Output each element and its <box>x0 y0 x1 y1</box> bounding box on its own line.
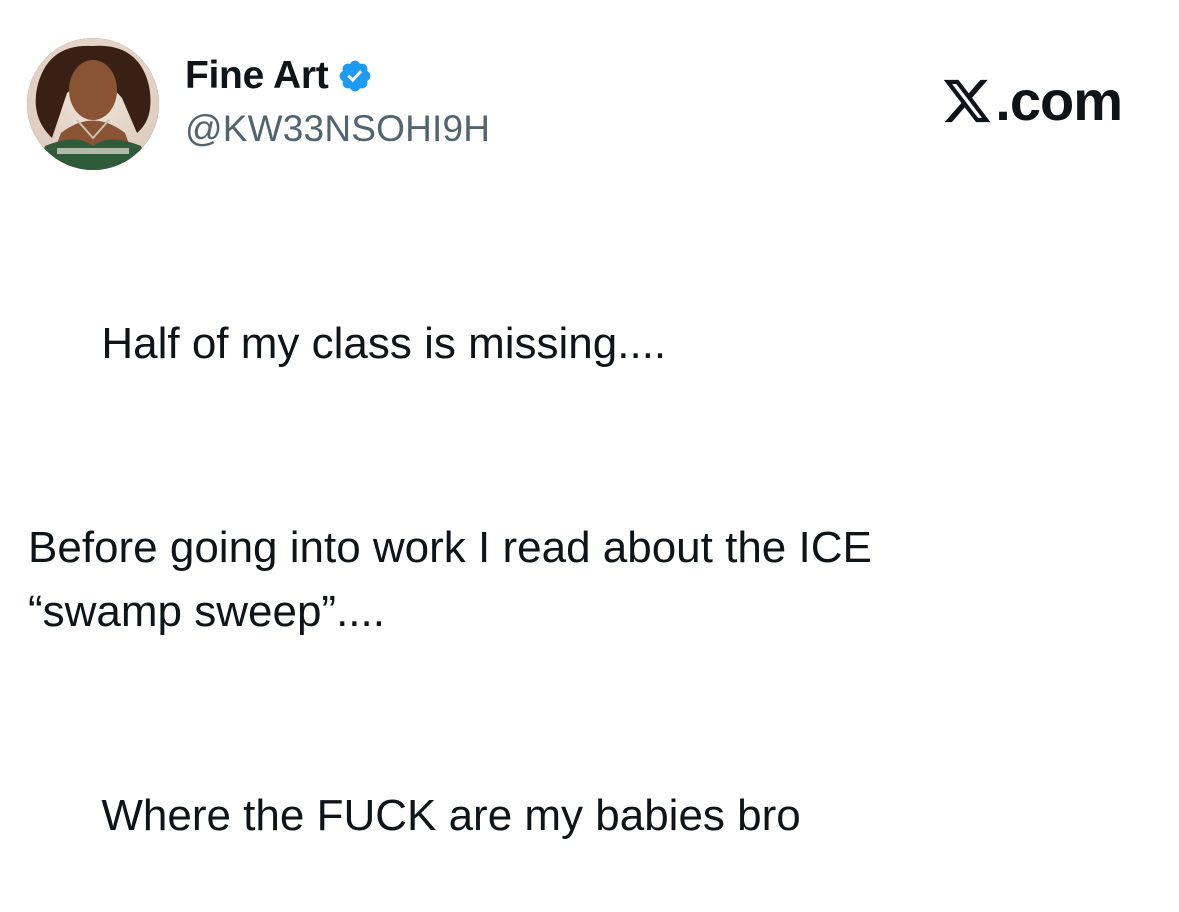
user-handle[interactable]: @KW33NSOHI9H <box>185 108 490 150</box>
brand-domain-text: .com <box>995 69 1123 132</box>
tweet-line: Before going into work I read about the … <box>28 523 872 572</box>
display-name[interactable]: Fine Art <box>185 54 329 98</box>
tweet-paragraph-2: Before going into work I read about the … <box>28 516 1148 644</box>
tweet-paragraph-1: Half of my class is missing.... <box>28 248 1148 440</box>
author-block: Fine Art @KW33NSOHI9H <box>185 52 490 150</box>
tweet-line: “swamp sweep”.... <box>28 587 385 636</box>
avatar[interactable] <box>27 38 159 170</box>
x-logo-icon <box>941 75 993 127</box>
avatar-image <box>27 38 159 170</box>
x-com-watermark: .com <box>941 68 1123 133</box>
verified-badge-icon <box>337 58 373 94</box>
tweet-text: Half of my class is missing.... Before g… <box>28 248 1148 912</box>
tweet-line: Where the FUCK are my babies bro <box>101 791 801 840</box>
tweet-paragraph-3: Where the FUCK are my babies bro <box>28 720 1148 912</box>
tweet-card: Fine Art @KW33NSOHI9H .com Half of my cl… <box>0 0 1179 840</box>
tweet-line: Half of my class is missing.... <box>101 319 667 368</box>
name-row: Fine Art <box>185 52 490 100</box>
